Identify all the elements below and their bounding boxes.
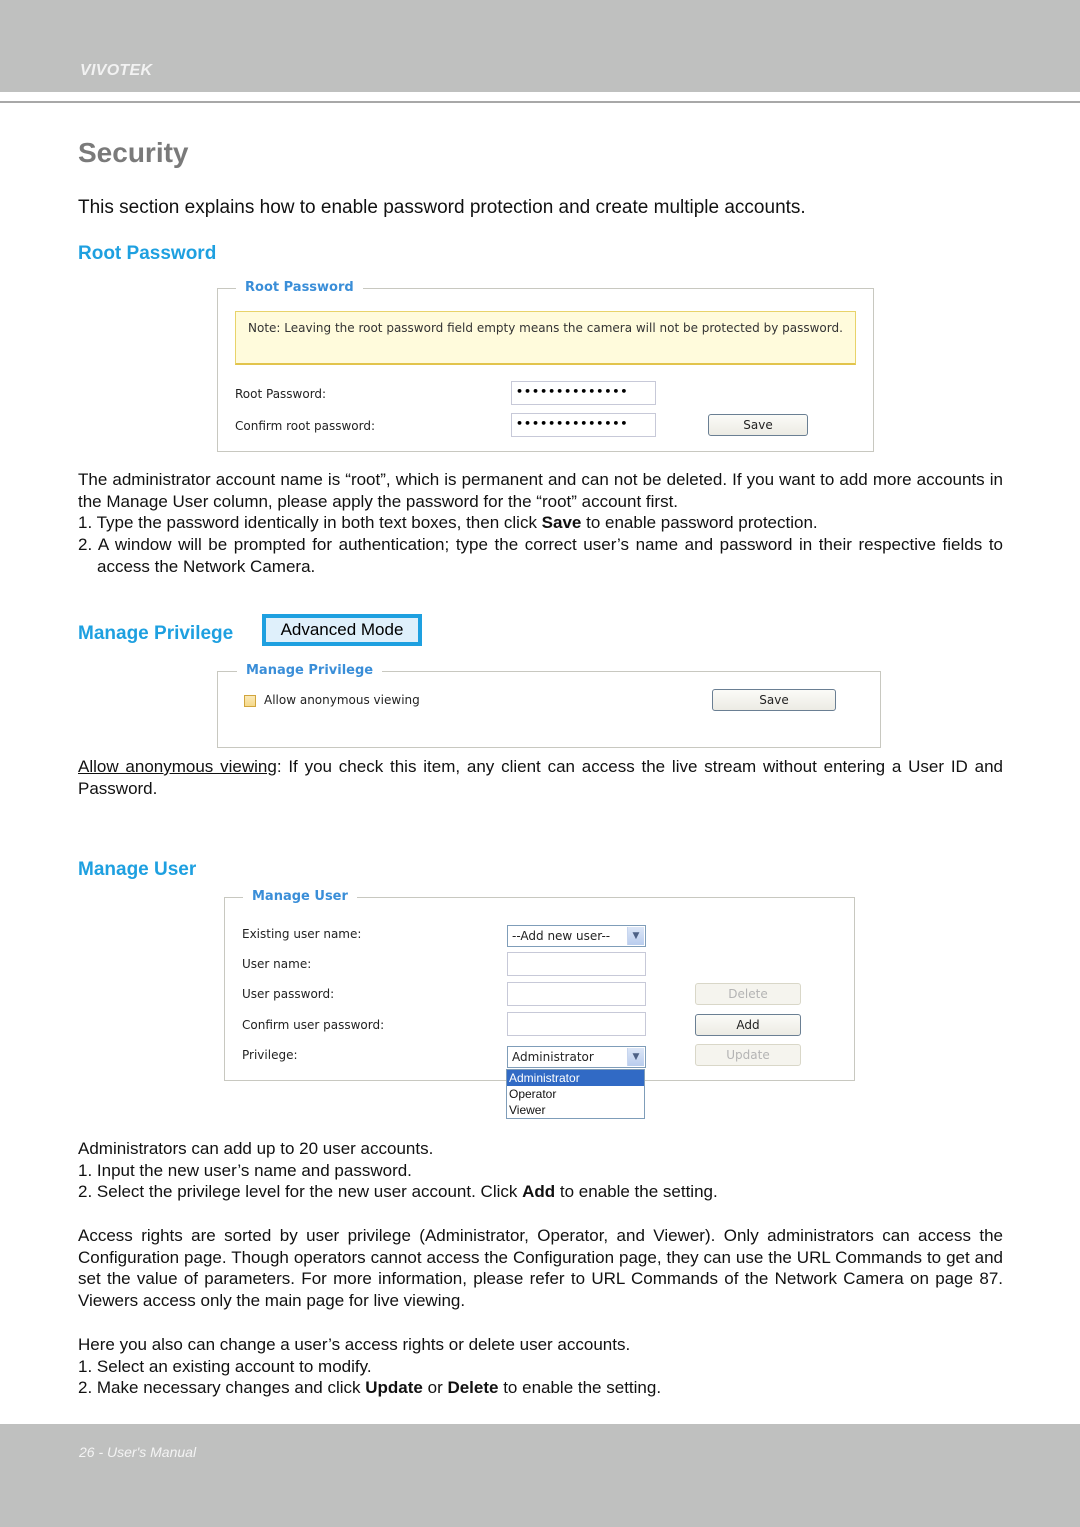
add-button[interactable]: Add [695,1014,801,1036]
modify-user-step-1: 1. Select an existing account to modify. [78,1356,372,1376]
root-password-step-2: 2. A window will be prompted for authent… [78,535,1003,576]
root-password-save-button[interactable]: Save [708,414,808,436]
page-footer: 26 - User's Manual [0,1424,1080,1527]
manage-privilege-legend: Manage Privilege [237,663,383,678]
allow-anonymous-checkbox[interactable] [244,695,256,707]
confirm-root-password-label: Confirm root password: [235,419,375,433]
page-title: Security [78,137,189,168]
root-password-panel: Root Password Note: Leaving the root pas… [217,280,874,452]
root-password-step-1: 1. Type the password identically in both… [78,513,818,533]
manage-user-legend: Manage User [243,889,357,904]
manage-privilege-heading: Manage Privilege [78,623,234,644]
manage-user-panel: Manage User Existing user name: --Add ne… [224,889,855,1081]
root-password-input[interactable]: •••••••••••••• [511,381,656,405]
user-password-input[interactable] [507,982,646,1006]
privilege-dropdown-list: Administrator Operator Viewer [506,1069,645,1119]
manage-user-step-2: 2. Select the privilege level for the ne… [78,1182,718,1202]
manage-privilege-save-button[interactable]: Save [712,689,836,711]
page-number: 26 - User's Manual [79,1444,197,1460]
page-header: VIVOTEK [0,0,1080,92]
allow-anonymous-label[interactable]: Allow anonymous viewing [264,693,420,707]
manage-privilege-panel: Manage Privilege Allow anonymous viewing… [217,663,881,748]
user-password-label: User password: [242,987,335,1001]
root-password-description: The administrator account name is “root”… [78,469,1003,578]
intro-text: This section explains how to enable pass… [78,197,806,218]
root-password-heading: Root Password [78,243,217,264]
confirm-user-password-input[interactable] [507,1012,646,1036]
username-input[interactable] [507,952,646,976]
update-button[interactable]: Update [695,1044,801,1066]
privilege-option-operator[interactable]: Operator [507,1086,644,1102]
privilege-select[interactable]: Administrator ▼ [507,1046,646,1068]
chevron-down-icon[interactable]: ▼ [627,1048,644,1066]
root-password-note: Note: Leaving the root password field em… [235,311,856,365]
modify-user-step-2: 2. Make necessary changes and click Upda… [78,1378,662,1398]
privilege-label: Privilege: [242,1048,298,1062]
privilege-option-administrator[interactable]: Administrator [507,1070,644,1086]
username-label: User name: [242,957,312,971]
privilege-option-viewer[interactable]: Viewer [507,1102,644,1118]
modify-user-description: Here you also can change a user’s access… [78,1334,1003,1399]
existing-user-label: Existing user name: [242,927,362,941]
allow-anonymous-term: Allow anonymous viewing [78,757,277,776]
confirm-user-password-label: Confirm user password: [242,1018,385,1032]
existing-user-select[interactable]: --Add new user-- ▼ [507,925,646,947]
access-rights-description: Access rights are sorted by user privile… [78,1226,1003,1311]
brand-logo: VIVOTEK [80,62,153,79]
root-password-label: Root Password: [235,387,327,401]
manage-privilege-description: Allow anonymous viewing: If you check th… [78,757,1003,798]
root-password-legend: Root Password [236,280,363,295]
manage-user-step-1: 1. Input the new user’s name and passwor… [78,1160,412,1180]
manage-user-heading: Manage User [78,859,197,880]
confirm-root-password-input[interactable]: •••••••••••••• [511,413,656,437]
header-divider [0,101,1080,103]
chevron-down-icon[interactable]: ▼ [627,927,644,945]
advanced-mode-badge: Advanced Mode [262,614,422,646]
root-password-para: The administrator account name is “root”… [78,470,1003,511]
delete-button[interactable]: Delete [695,983,801,1005]
manage-user-description: Administrators can add up to 20 user acc… [78,1138,1003,1203]
